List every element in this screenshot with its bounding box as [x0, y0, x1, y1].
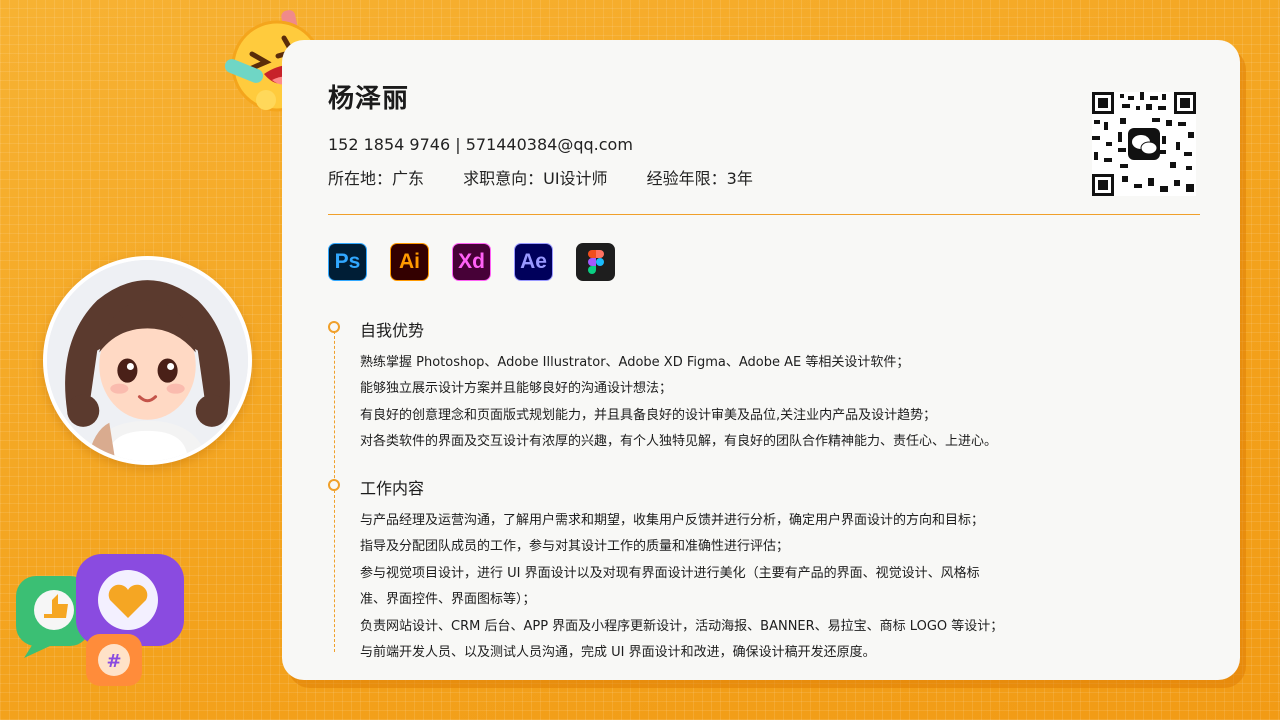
- list-item: 有良好的创意理念和页面版式规划能力，并且具备良好的设计审美及品位,关注业内产品及…: [360, 407, 937, 423]
- wechat-qr-code-icon: [1092, 92, 1196, 196]
- profile-meta: 所在地：广东 求职意向：UI设计师 经验年限：3年: [328, 165, 787, 189]
- section-title-work: 工作内容: [360, 479, 425, 498]
- location-text: 所在地：广东: [328, 169, 425, 188]
- timeline-dot: [328, 321, 340, 333]
- software-tools: Ps Ai Xd Ae: [328, 243, 615, 281]
- illustrator-icon: Ai: [390, 243, 429, 281]
- work-list: 与产品经理及运营沟通，了解用户需求和期望，收集用户反馈并进行分析，确定用户界面设…: [360, 508, 1003, 666]
- list-item: 准、界面控件、界面图标等）；: [360, 592, 536, 608]
- list-item: 指导及分配团队成员的工作，参与对其设计工作的质量和准确性进行评估；: [360, 539, 790, 555]
- job-intention-text: 求职意向：UI设计师: [463, 169, 608, 188]
- list-item: 与产品经理及运营沟通，了解用户需求和期望，收集用户反馈并进行分析，确定用户界面设…: [360, 513, 985, 528]
- avatar: [43, 256, 252, 465]
- after-effects-icon: Ae: [514, 243, 553, 281]
- photoshop-icon: Ps: [328, 243, 367, 281]
- figma-icon: [576, 243, 615, 281]
- list-item: 对各类软件的界面及交互设计有浓厚的兴趣，有个人独特见解，有良好的团队合作精神能力…: [360, 434, 998, 450]
- reactions-decoration-icon: #: [16, 554, 184, 686]
- list-item: 与前端开发人员、以及测试人员沟通，完成 UI 界面设计和改进，确保设计稿开发还原…: [360, 645, 876, 661]
- list-item: 熟练掌握 Photoshop、Adobe Illustrator、Adobe X…: [360, 355, 910, 370]
- timeline-dot: [328, 479, 340, 491]
- header-divider: [328, 214, 1200, 215]
- section-title-strengths: 自我优势: [360, 321, 425, 340]
- experience-text: 经验年限：3年: [646, 169, 753, 188]
- list-item: 能够独立展示设计方案并且能够良好的沟通设计想法；: [360, 381, 673, 397]
- strengths-list: 熟练掌握 Photoshop、Adobe Illustrator、Adobe X…: [360, 350, 997, 456]
- list-item: 负责网站设计、CRM 后台、APP 界面及小程序更新设计，活动海报、BANNER…: [360, 618, 1004, 634]
- girl-avatar-icon: [47, 260, 248, 461]
- xd-icon: Xd: [452, 243, 491, 281]
- list-item: 参与视觉项目设计，进行 UI 界面设计以及对现有界面设计进行美化（主要有产品的界…: [360, 565, 980, 581]
- svg-text:#: #: [106, 651, 121, 672]
- contact-info: 152 1854 9746 | 571440384@qq.com: [328, 135, 633, 154]
- figma-logo-icon: [587, 250, 604, 274]
- person-name: 杨泽丽: [328, 84, 410, 114]
